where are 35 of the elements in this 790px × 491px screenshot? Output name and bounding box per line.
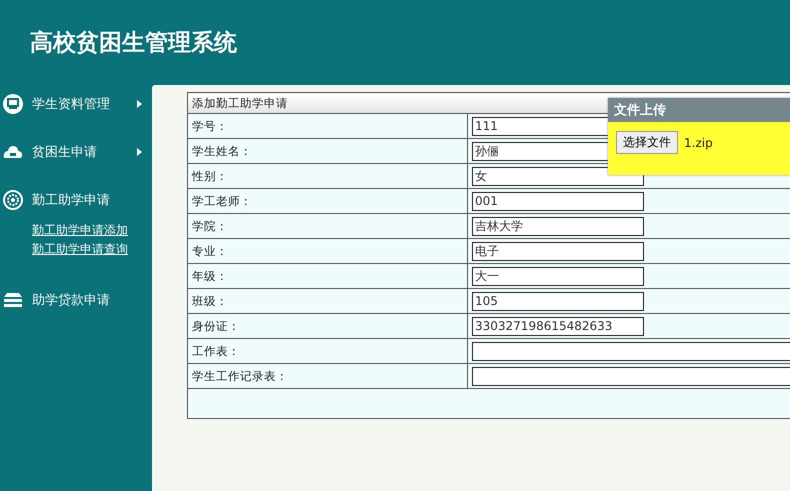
- submenu-link[interactable]: 勤工助学申请查询: [32, 240, 152, 259]
- arrow-icon: [137, 148, 142, 156]
- input-field[interactable]: 330327198615482633: [472, 316, 644, 336]
- choose-file-button[interactable]: 选择文件: [616, 131, 678, 154]
- input-field[interactable]: 大一: [472, 266, 644, 286]
- field-label: 工作表：: [188, 338, 468, 364]
- stack-icon: [3, 290, 23, 310]
- sidebar-item[interactable]: 勤工助学申请: [0, 187, 152, 213]
- input-field[interactable]: 女: [472, 166, 644, 186]
- sidebar-item[interactable]: 助学贷款申请: [0, 287, 152, 313]
- input-field[interactable]: 105: [472, 292, 644, 310]
- arrow-icon: [137, 100, 142, 108]
- file-field[interactable]: [472, 366, 790, 386]
- app-title: 高校贫困生管理系统: [30, 28, 237, 58]
- field-label: 学工老师：: [188, 188, 468, 214]
- field-label: 学院：: [188, 214, 468, 238]
- field-label: 班级：: [188, 288, 468, 314]
- field-label: 年级：: [188, 264, 468, 288]
- field-label: 学生姓名：: [188, 138, 468, 164]
- monitor-icon: [3, 94, 23, 114]
- gear-icon: [3, 190, 23, 210]
- field-label: 性别：: [188, 164, 468, 188]
- field-label: 专业：: [188, 238, 468, 264]
- input-field[interactable]: 001: [472, 192, 644, 210]
- input-field[interactable]: 吉林大学: [472, 216, 644, 236]
- dialog-title: 文件上传: [608, 98, 790, 122]
- file-field[interactable]: [472, 342, 790, 360]
- field-label: 学号：: [188, 114, 468, 138]
- sidebar-item[interactable]: 学生资料管理: [0, 91, 152, 117]
- input-field[interactable]: 电子: [472, 242, 644, 260]
- sidebar-item[interactable]: 贫困生申请: [0, 139, 152, 165]
- submenu-link[interactable]: 勤工助学申请添加: [32, 221, 152, 240]
- file-name: 1.zip: [684, 136, 713, 150]
- field-label: 身份证：: [188, 314, 468, 338]
- field-label: 学生工作记录表：: [188, 364, 468, 388]
